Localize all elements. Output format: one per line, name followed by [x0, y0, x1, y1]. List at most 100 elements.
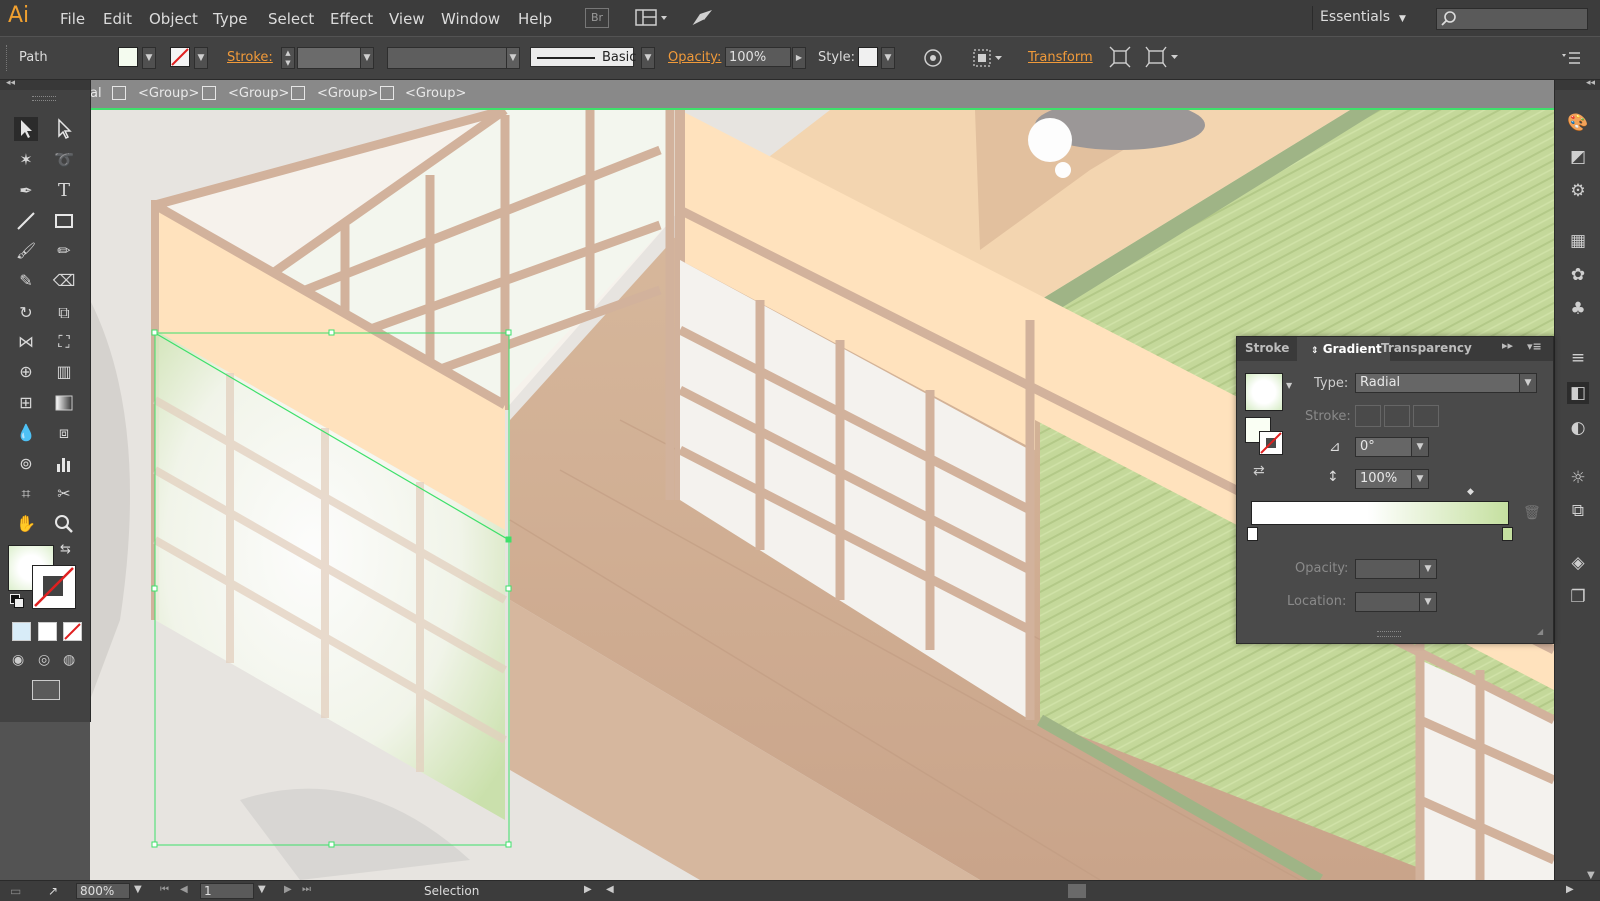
graphic-styles-panel-icon[interactable]: ⧉: [1567, 500, 1589, 522]
draw-normal-icon[interactable]: ◉: [12, 652, 24, 668]
hand-tool-icon[interactable]: ✋: [14, 512, 38, 536]
gradient-menu-arrow-icon[interactable]: ▼: [1286, 381, 1292, 390]
appearance-panel-icon[interactable]: ☼: [1567, 467, 1589, 489]
paintbrush-tool-icon[interactable]: 🖌: [14, 239, 38, 263]
mesh-tool-icon[interactable]: ⊞: [14, 391, 38, 415]
gradient-slider[interactable]: [1251, 501, 1509, 525]
tab-gradient[interactable]: ⇕ Gradient: [1297, 337, 1390, 361]
last-artboard-button[interactable]: ⏭: [302, 884, 311, 895]
stroke-across-icon[interactable]: [1413, 405, 1439, 427]
collapse-arrows-icon[interactable]: ◂◂: [6, 78, 15, 88]
tools-panel-header[interactable]: ◂◂: [0, 78, 90, 90]
reverse-gradient-icon[interactable]: ⇄: [1253, 463, 1265, 479]
fill-dropdown[interactable]: ▼: [142, 47, 156, 69]
opacity-panel-link[interactable]: Opacity:: [668, 50, 721, 65]
free-transform-tool-icon[interactable]: ⛶: [52, 330, 76, 354]
default-fill-stroke-icon[interactable]: [10, 594, 24, 608]
gradient-stop-end[interactable]: [1502, 527, 1513, 541]
tools-grip[interactable]: [32, 96, 56, 101]
breadcrumb-group-1[interactable]: <Group>: [138, 86, 199, 101]
zoom-tool-icon[interactable]: [52, 512, 76, 536]
lasso-tool-icon[interactable]: ➰: [52, 148, 76, 172]
breadcrumb-group-2[interactable]: <Group>: [228, 86, 289, 101]
status-menu-arrow[interactable]: ▶: [584, 884, 592, 895]
recolor-artwork-icon[interactable]: [923, 48, 943, 68]
menu-view[interactable]: View: [389, 10, 425, 28]
type-tool-icon[interactable]: T: [52, 179, 76, 203]
color-panel-icon[interactable]: 🎨: [1567, 112, 1589, 134]
gpu-performance-icon[interactable]: [690, 8, 714, 28]
perspective-grid-tool-icon[interactable]: ▥: [52, 360, 76, 384]
eyedropper-tool-icon[interactable]: 💧: [14, 421, 38, 445]
zoom-dropdown[interactable]: ▼: [134, 884, 142, 895]
blob-brush-tool-icon[interactable]: ✎: [14, 269, 38, 293]
tab-transparency[interactable]: Transparency: [1381, 341, 1472, 355]
artboard-tool-icon[interactable]: ⌗: [14, 482, 38, 506]
control-bar-grip[interactable]: [6, 45, 9, 71]
menu-object[interactable]: Object: [149, 10, 198, 28]
dock-header[interactable]: ◂◂: [1555, 78, 1600, 90]
next-artboard-button[interactable]: ▶: [284, 884, 292, 895]
horizontal-scrollbar-thumb[interactable]: [1068, 884, 1086, 898]
menu-effect[interactable]: Effect: [330, 10, 373, 28]
swap-fill-stroke-icon[interactable]: ⇆: [60, 542, 71, 557]
pencil-tool-icon[interactable]: ✏: [52, 239, 76, 263]
first-artboard-button[interactable]: ⏮: [160, 884, 169, 895]
blend-tool-icon[interactable]: ⧈: [52, 421, 76, 445]
stroke-weight-field[interactable]: [297, 47, 361, 69]
stroke-color-swatch[interactable]: [32, 565, 76, 609]
recolor-icon[interactable]: ⚙: [1567, 180, 1589, 202]
breadcrumb-group-4[interactable]: <Group>: [405, 86, 466, 101]
previous-artboard-button[interactable]: ◀: [180, 884, 188, 895]
brush-definition-field[interactable]: Basic: [530, 47, 636, 67]
align-icon[interactable]: [972, 47, 1006, 69]
menu-edit[interactable]: Edit: [103, 10, 132, 28]
draw-behind-icon[interactable]: ◎: [38, 652, 50, 668]
graphic-style-swatch[interactable]: [858, 47, 878, 67]
artboard-nav-icon[interactable]: ▭: [10, 884, 21, 898]
shape-builder-tool-icon[interactable]: ⊕: [14, 360, 38, 384]
stroke-panel-icon[interactable]: ≡: [1567, 347, 1589, 369]
symbols-panel-icon[interactable]: ♣: [1567, 298, 1589, 320]
brush-dropdown[interactable]: ▼: [641, 47, 655, 69]
tab-stroke[interactable]: Stroke: [1245, 341, 1289, 355]
color-mode-icon[interactable]: [12, 622, 31, 641]
swatches-panel-icon[interactable]: ▦: [1567, 230, 1589, 252]
gradient-thumbnail[interactable]: [1245, 373, 1283, 411]
control-panel-menu-icon[interactable]: [1561, 51, 1581, 65]
breadcrumb-layer[interactable]: al: [90, 86, 102, 101]
menu-file[interactable]: File: [60, 10, 85, 28]
gradient-type-select[interactable]: Radial: [1355, 373, 1537, 393]
selection-tool-icon[interactable]: [14, 117, 38, 141]
menu-window[interactable]: Window: [441, 10, 500, 28]
transform-panel-link[interactable]: Transform: [1028, 50, 1093, 65]
line-segment-tool-icon[interactable]: [14, 209, 38, 233]
rectangle-tool-icon[interactable]: [52, 209, 76, 233]
color-guide-icon[interactable]: ◩: [1567, 146, 1589, 168]
rotate-tool-icon[interactable]: ↻: [14, 301, 38, 325]
gradient-midpoint-diamond[interactable]: ◆: [1467, 487, 1474, 497]
document-info-icon[interactable]: ↗: [48, 884, 58, 898]
graphic-style-dropdown[interactable]: ▼: [881, 47, 895, 69]
fill-stroke-indicator[interactable]: [1245, 417, 1285, 457]
draw-inside-icon[interactable]: ◍: [63, 652, 75, 668]
stop-opacity-dropdown[interactable]: ▼: [1419, 559, 1437, 579]
transparency-panel-icon[interactable]: ◐: [1567, 417, 1589, 439]
eraser-tool-icon[interactable]: ⌫: [52, 269, 76, 293]
gradient-mode-icon[interactable]: [38, 622, 57, 641]
artboards-panel-icon[interactable]: ❐: [1567, 586, 1589, 608]
expand-arrows-icon[interactable]: ◂◂: [1586, 78, 1595, 88]
gradient-stop-start[interactable]: [1247, 527, 1258, 541]
menu-help[interactable]: Help: [518, 10, 552, 28]
stroke-weight-stepper[interactable]: ▲ ▼: [281, 47, 295, 69]
artboard-number-field[interactable]: 1: [200, 883, 254, 899]
make-envelope-icon[interactable]: [1145, 46, 1181, 68]
isolate-selection-icon[interactable]: [1109, 46, 1131, 68]
slice-tool-icon[interactable]: ✂: [52, 482, 76, 506]
screen-mode-icon[interactable]: [32, 680, 60, 700]
gradient-panel-icon[interactable]: ◧: [1567, 382, 1589, 404]
stroke-panel-link[interactable]: Stroke:: [227, 50, 273, 65]
zoom-field[interactable]: 800%: [76, 883, 130, 899]
search-input[interactable]: [1436, 8, 1588, 30]
scroll-left-arrow[interactable]: ◀: [606, 884, 614, 895]
